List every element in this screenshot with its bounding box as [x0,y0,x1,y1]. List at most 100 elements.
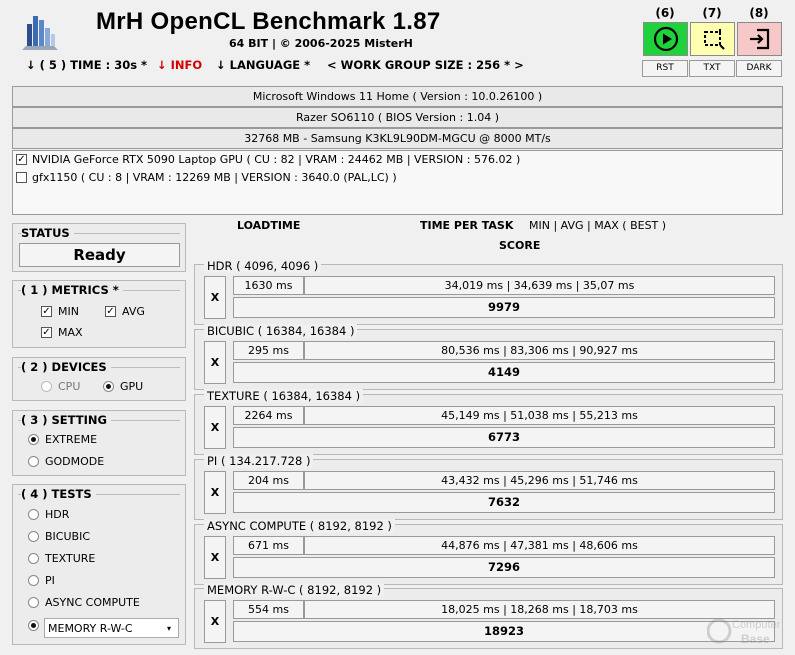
time-per-task-value: 44,876 ms | 47,381 ms | 48,606 ms [304,536,775,555]
score-value: 4149 [233,362,775,383]
computerbase-watermark: Computer Base [706,613,785,649]
metrics-legend: MIN | AVG | MAX ( BEST ) [529,219,667,232]
avg-checkbox[interactable]: ✓ [105,306,116,317]
cpu-radio[interactable] [41,381,52,392]
result-name: MEMORY R-W-C ( 8192, 8192 ) [204,583,385,597]
clear-result-button[interactable]: X [204,471,226,514]
gpu-item[interactable]: gfx1150 ( CU : 8 | VRAM : 12269 MB | VER… [16,171,397,184]
result-name: PI ( 134.217.728 ) [204,454,314,468]
test-option[interactable]: BICUBIC [28,530,90,543]
test-radio-selected[interactable] [28,620,39,631]
watermark-line2: Base [741,632,770,646]
result-panel-hdr: HDR ( 4096, 4096 ) X 1630 ms 34,019 ms |… [194,259,783,325]
info-menu[interactable]: ↓ INFO [157,58,216,74]
status-group: STATUS Ready [12,223,186,272]
min-label: MIN [58,305,79,318]
test-radio[interactable] [28,509,39,520]
clear-result-button[interactable]: X [204,600,226,643]
gpu-label: GPU [120,380,144,393]
clear-result-button[interactable]: X [204,341,226,384]
time-menu[interactable]: ↓ ( 5 ) TIME : 30s * [26,58,157,74]
max-checkbox[interactable]: ✓ [41,327,52,338]
time-per-task-value: 43,432 ms | 45,296 ms | 51,746 ms [304,471,775,490]
device-gpu-option[interactable]: GPU [103,380,143,393]
test-option[interactable]: ASYNC COMPUTE [28,596,140,609]
test-option[interactable]: TEXTURE [28,552,95,565]
metric-max-option[interactable]: ✓ MAX [41,326,83,339]
gpu-item[interactable]: ✓ NVIDIA GeForce RTX 5090 Laptop GPU ( C… [16,153,520,166]
setting-godmode-option[interactable]: GODMODE [28,455,104,468]
app-subtitle: 64 BIT | © 2006-2025 MisterH [229,37,413,50]
dark-mode-button[interactable] [737,22,782,56]
test-radio[interactable] [28,575,39,586]
memory-info: 32768 MB - Samsung K3KL9L90DM-MGCU @ 800… [12,128,783,149]
test-label: HDR [45,508,70,521]
result-panel-async-compute: ASYNC COMPUTE ( 8192, 8192 ) X 671 ms 44… [194,519,783,585]
loadtime-value: 671 ms [233,536,304,555]
chevron-down-icon[interactable]: ▾ [162,621,176,635]
test-option[interactable]: HDR [28,508,69,521]
score-value: 7296 [233,557,775,578]
cpu-label: CPU [58,380,81,393]
metrics-group: ( 1 ) METRICS * ✓ MIN ✓ AVG ✓ MAX [12,280,186,348]
language-menu[interactable]: ↓ LANGUAGE * [216,58,327,74]
test-option[interactable]: PI [28,574,55,587]
run-shortcut-number: (6) [655,6,675,20]
result-panel-texture: TEXTURE ( 16384, 16384 ) X 2264 ms 45,14… [194,389,783,455]
txt-export-button[interactable] [690,22,735,56]
result-name: ASYNC COMPUTE ( 8192, 8192 ) [204,519,395,533]
result-panel-bicubic: BICUBIC ( 16384, 16384 ) X 295 ms 80,536… [194,324,783,390]
gpu-radio[interactable] [103,381,114,392]
txt-button-label[interactable]: TXT [689,60,735,77]
clear-result-button[interactable]: X [204,406,226,449]
result-name: TEXTURE ( 16384, 16384 ) [204,389,364,403]
menu-bar: ↓ ( 5 ) TIME : 30s * ↓ INFO ↓ LANGUAGE *… [26,58,524,74]
gpu-checkbox-checked[interactable]: ✓ [16,154,27,165]
test-selector-dropdown[interactable]: MEMORY R-W-C ▾ [44,618,179,638]
board-info: Razer SO6110 ( BIOS Version : 1.04 ) [12,107,783,128]
test-option-selected[interactable] [28,620,39,631]
run-button[interactable] [643,22,688,56]
test-radio[interactable] [28,531,39,542]
clear-result-button[interactable]: X [204,536,226,579]
test-label: BICUBIC [45,530,90,543]
setting-extreme-option[interactable]: EXTREME [28,433,97,446]
status-title: STATUS [21,226,74,240]
time-per-task-header: TIME PER TASK [420,219,514,232]
result-name: HDR ( 4096, 4096 ) [204,259,322,273]
tests-title: ( 4 ) TESTS [21,487,96,501]
test-label: ASYNC COMPUTE [45,596,140,609]
clear-result-button[interactable]: X [204,276,226,319]
score-value: 7632 [233,492,775,513]
score-header: SCORE [499,239,541,252]
os-info: Microsoft Windows 11 Home ( Version : 10… [12,86,783,107]
metric-min-option[interactable]: ✓ MIN [41,305,79,318]
time-per-task-value: 45,149 ms | 51,038 ms | 55,213 ms [304,406,775,425]
txt-shortcut-number: (7) [702,6,722,20]
test-label: TEXTURE [45,552,96,565]
time-per-task-value: 80,536 ms | 83,306 ms | 90,927 ms [304,341,775,360]
test-radio[interactable] [28,553,39,564]
godmode-radio[interactable] [28,456,39,467]
run-button-label[interactable]: RST [642,60,688,77]
max-label: MAX [58,326,83,339]
gpu-checkbox-unchecked[interactable] [16,172,27,183]
device-cpu-option[interactable]: CPU [41,380,80,393]
min-checkbox[interactable]: ✓ [41,306,52,317]
godmode-label: GODMODE [45,455,105,468]
exit-door-icon [749,28,769,50]
gpu-label: NVIDIA GeForce RTX 5090 Laptop GPU ( CU … [32,153,521,166]
metric-avg-option[interactable]: ✓ AVG [105,305,145,318]
test-radio[interactable] [28,597,39,608]
time-per-task-value: 18,025 ms | 18,268 ms | 18,703 ms [304,600,775,619]
gpu-list: ✓ NVIDIA GeForce RTX 5090 Laptop GPU ( C… [12,150,783,215]
app-logo-icon [18,10,62,54]
loadtime-value: 1630 ms [233,276,304,295]
dark-button-label[interactable]: DARK [736,60,782,77]
score-value: 6773 [233,427,775,448]
play-circle-icon [653,26,678,52]
devices-group: ( 2 ) DEVICES CPU GPU [12,357,186,401]
extreme-radio[interactable] [28,434,39,445]
avg-label: AVG [122,305,145,318]
work-group-size-selector[interactable]: < WORK GROUP SIZE : 256 * > [327,58,524,74]
